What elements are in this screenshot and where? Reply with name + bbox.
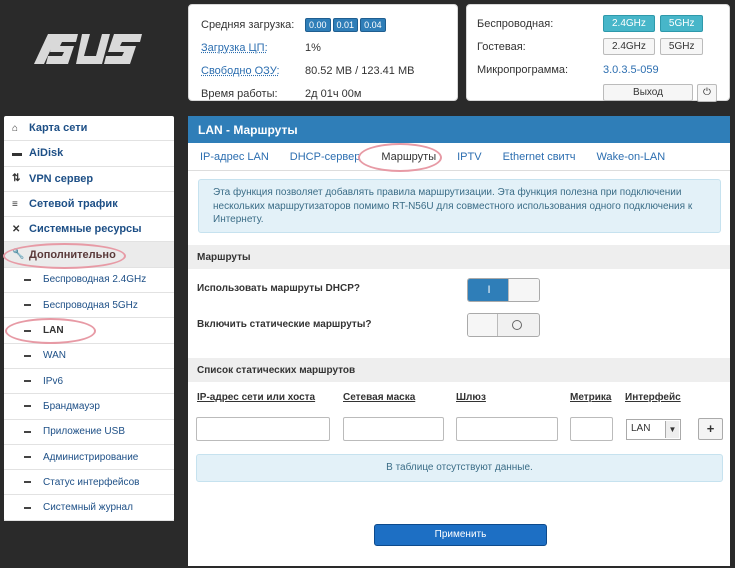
guest-24-button[interactable]: 2.4GHz [603, 38, 655, 55]
dhcp-routes-toggle[interactable]: I [467, 278, 540, 302]
col-gateway: Шлюз [456, 392, 486, 403]
asus-logo [34, 34, 142, 64]
firmware-label: Микропрограмма: [477, 63, 569, 76]
sidebar: ⌂ Карта сети ▬ AiDisk ⇅ VPN сервер ≡ Сетевой… [4, 116, 174, 521]
guest-label: Гостевая: [477, 40, 526, 53]
sidebar-sub-firewall[interactable]: Брандмауэр [4, 394, 174, 420]
network-status-panel: Беспроводная: 2.4GHz 5GHz Гостевая: 2.4G… [466, 4, 730, 102]
cpu-link[interactable]: Загрузка ЦП: [201, 42, 305, 54]
host-input[interactable] [196, 417, 330, 441]
col-interface: Интерфейс [625, 392, 681, 403]
sidebar-sub-iface-status[interactable]: Статус интерфейсов [4, 470, 174, 496]
gateway-input[interactable] [456, 417, 558, 441]
mask-input[interactable] [343, 417, 444, 441]
sidebar-sub-wireless-24[interactable]: Беспроводная 2.4GHz [4, 268, 174, 294]
metric-input[interactable] [570, 417, 613, 441]
disk-icon: ▬ [12, 147, 22, 159]
toggle-off-icon [512, 320, 522, 330]
power-icon[interactable]: ⏻ [697, 83, 717, 102]
wrench-icon: 🔧 [12, 249, 25, 261]
col-mask: Сетевая маска [343, 392, 416, 403]
uptime-value: 2д 01ч 00м [305, 87, 362, 100]
page-title: LAN - Маршруты [188, 116, 730, 143]
col-host: IP-адрес сети или хоста [197, 392, 316, 403]
tab-dhcp[interactable]: DHCP-сервер [290, 151, 361, 163]
tab-lan-ip[interactable]: IP-адрес LAN [200, 151, 269, 163]
interface-select[interactable]: LAN ▼ [626, 419, 681, 440]
apply-button[interactable]: Применить [374, 524, 547, 546]
list-icon: ≡ [12, 198, 18, 210]
sidebar-sub-admin[interactable]: Администрирование [4, 445, 174, 471]
sidebar-sub-lan[interactable]: LAN [4, 318, 174, 344]
col-metric: Метрика [570, 392, 612, 403]
empty-table-message: В таблице отсутствуют данные. [196, 454, 723, 482]
load-1m-badge: 0.00 [305, 17, 331, 32]
sidebar-item-aidisk[interactable]: ▬ AiDisk [4, 141, 174, 167]
sidebar-sub-ipv6[interactable]: IPv6 [4, 369, 174, 395]
logout-button[interactable]: Выход [603, 84, 693, 101]
tab-iptv[interactable]: IPTV [457, 151, 481, 163]
sidebar-item-advanced[interactable]: 🔧 Дополнительно [4, 242, 174, 268]
wireless-24-button[interactable]: 2.4GHz [603, 15, 655, 32]
toggle-on-indicator: I [468, 279, 510, 301]
tab-bar: IP-адрес LAN DHCP-сервер Маршруты IPTV E… [188, 143, 730, 171]
sidebar-sub-wan[interactable]: WAN [4, 344, 174, 369]
ram-value: 80.52 MB / 123.41 MB [305, 64, 415, 77]
load-15m-badge: 0.04 [360, 17, 386, 32]
static-list-header: Список статических маршрутов [188, 358, 730, 382]
tab-switch[interactable]: Ethernet свитч [503, 151, 576, 163]
tab-routes[interactable]: Маршруты [381, 151, 436, 163]
load-5m-badge: 0.01 [332, 17, 359, 32]
cpu-value: 1% [305, 41, 321, 54]
static-routes-toggle[interactable] [467, 313, 540, 337]
vpn-icon: ⇅ [12, 173, 21, 185]
sidebar-item-network-map[interactable]: ⌂ Карта сети [4, 116, 174, 142]
guest-5-button[interactable]: 5GHz [659, 38, 704, 55]
wireless-5-button[interactable]: 5GHz [659, 15, 704, 32]
ram-link[interactable]: Свободно ОЗУ: [201, 65, 305, 77]
sidebar-sub-syslog[interactable]: Системный журнал [4, 495, 174, 521]
static-routes-label: Включить статические маршруты? [197, 319, 372, 330]
home-icon: ⌂ [12, 122, 19, 134]
sidebar-sub-usb[interactable]: Приложение USB [4, 420, 174, 445]
sidebar-item-resources[interactable]: ✕ Системные ресурсы [4, 217, 174, 243]
chevron-down-icon: ▼ [665, 421, 679, 438]
sidebar-item-vpn[interactable]: ⇅ VPN сервер [4, 167, 174, 192]
firmware-link[interactable]: 3.0.3.5-059 [603, 64, 659, 76]
sidebar-item-traffic[interactable]: ≡ Сетевой трафик [4, 192, 174, 218]
dhcp-routes-label: Использовать маршруты DHCP? [197, 283, 360, 294]
load-label: Средняя загрузка: [201, 18, 295, 31]
system-status-panel: Средняя загрузка: 0.00 0.01 0.04 Загрузк… [188, 4, 458, 101]
sidebar-sub-wireless-5[interactable]: Беспроводная 5GHz [4, 293, 174, 319]
uptime-label: Время работы: [201, 87, 278, 100]
add-route-button[interactable]: + [698, 418, 723, 440]
routes-section-header: Маршруты [188, 245, 730, 269]
tab-wol[interactable]: Wake-on-LAN [596, 151, 665, 163]
wireless-label: Беспроводная: [477, 17, 554, 30]
main-panel: LAN - Маршруты IP-адрес LAN DHCP-сервер … [188, 116, 730, 566]
info-box: Эта функция позволяет добавлять правила … [198, 179, 721, 233]
shuffle-icon: ✕ [12, 223, 21, 235]
